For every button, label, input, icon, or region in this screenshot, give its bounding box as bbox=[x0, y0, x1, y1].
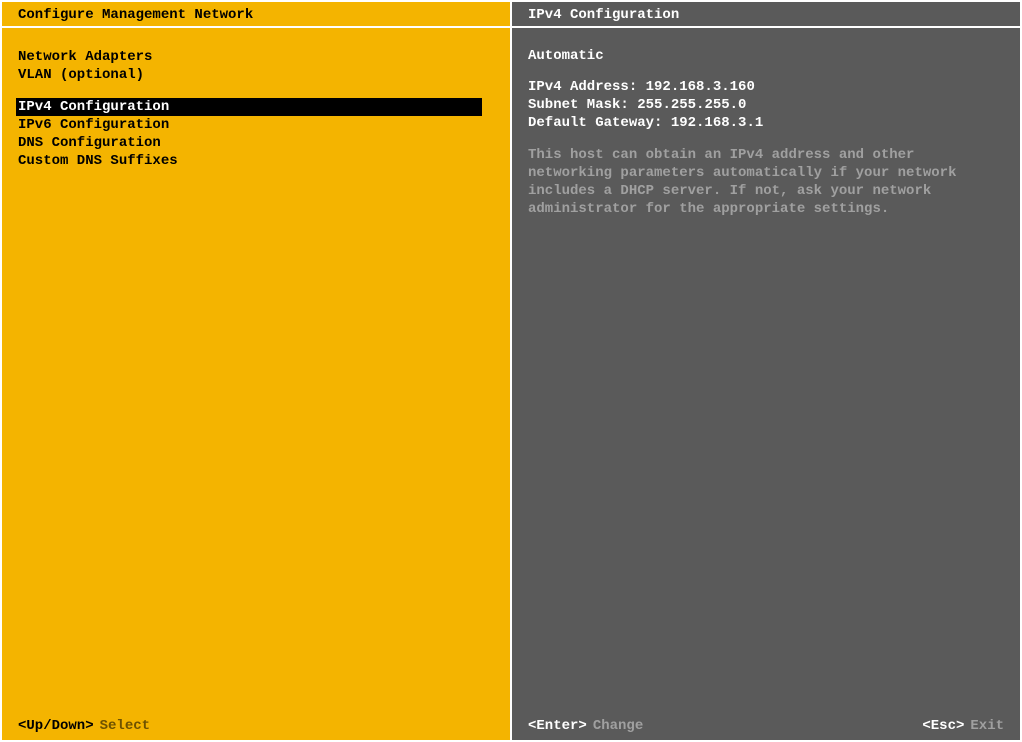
right-footer: <Enter> Change <Esc> Exit bbox=[512, 712, 1020, 740]
right-panel: IPv4 Configuration Automatic IPv4 Addres… bbox=[510, 2, 1022, 740]
hint-updown: <Up/Down> Select bbox=[18, 718, 150, 734]
right-panel-body: Automatic IPv4 Address: 192.168.3.160 Su… bbox=[512, 28, 1020, 712]
menu-group: Network AdaptersVLAN (optional) bbox=[18, 48, 494, 84]
hint-enter: <Enter> Change bbox=[528, 718, 643, 734]
ipv4-address-label: IPv4 Address: bbox=[528, 79, 637, 95]
subnet-mask-label: Subnet Mask: bbox=[528, 97, 629, 113]
config-mode: Automatic bbox=[528, 48, 1004, 64]
ipv4-address-line: IPv4 Address: 192.168.3.160 bbox=[528, 78, 1004, 96]
menu-item-custom-dns-suffixes[interactable]: Custom DNS Suffixes bbox=[18, 152, 494, 170]
hint-key: <Enter> bbox=[528, 718, 587, 734]
hint-key: <Esc> bbox=[922, 718, 964, 734]
dcui-screen: Configure Management Network Network Ada… bbox=[0, 0, 1022, 742]
default-gateway-value: 192.168.3.1 bbox=[671, 115, 763, 131]
default-gateway-label: Default Gateway: bbox=[528, 115, 662, 131]
menu-item-dns-configuration[interactable]: DNS Configuration bbox=[18, 134, 494, 152]
left-footer: <Up/Down> Select bbox=[2, 712, 510, 740]
config-description: This host can obtain an IPv4 address and… bbox=[528, 146, 998, 218]
left-panel-title: Configure Management Network bbox=[2, 2, 510, 28]
menu-item-network-adapters[interactable]: Network Adapters bbox=[18, 48, 494, 66]
subnet-mask-line: Subnet Mask: 255.255.255.0 bbox=[528, 96, 1004, 114]
left-panel-body: Network AdaptersVLAN (optional) IPv4 Conf… bbox=[2, 28, 510, 712]
hint-action: Change bbox=[593, 718, 643, 734]
hint-esc: <Esc> Exit bbox=[922, 718, 1004, 734]
hint-key: <Up/Down> bbox=[18, 718, 94, 734]
default-gateway-line: Default Gateway: 192.168.3.1 bbox=[528, 114, 1004, 132]
ipv4-address-value: 192.168.3.160 bbox=[646, 79, 755, 95]
menu-item-vlan-optional[interactable]: VLAN (optional) bbox=[18, 66, 494, 84]
menu-item-ipv6-configuration[interactable]: IPv6 Configuration bbox=[18, 116, 494, 134]
hint-action: Select bbox=[100, 718, 150, 734]
subnet-mask-value: 255.255.255.0 bbox=[637, 97, 746, 113]
menu-group: IPv4 ConfigurationIPv6 ConfigurationDNS … bbox=[18, 98, 494, 170]
hint-action: Exit bbox=[970, 718, 1004, 734]
right-panel-title: IPv4 Configuration bbox=[512, 2, 1020, 28]
left-panel: Configure Management Network Network Ada… bbox=[0, 2, 510, 740]
menu-item-ipv4-configuration[interactable]: IPv4 Configuration bbox=[16, 98, 482, 116]
